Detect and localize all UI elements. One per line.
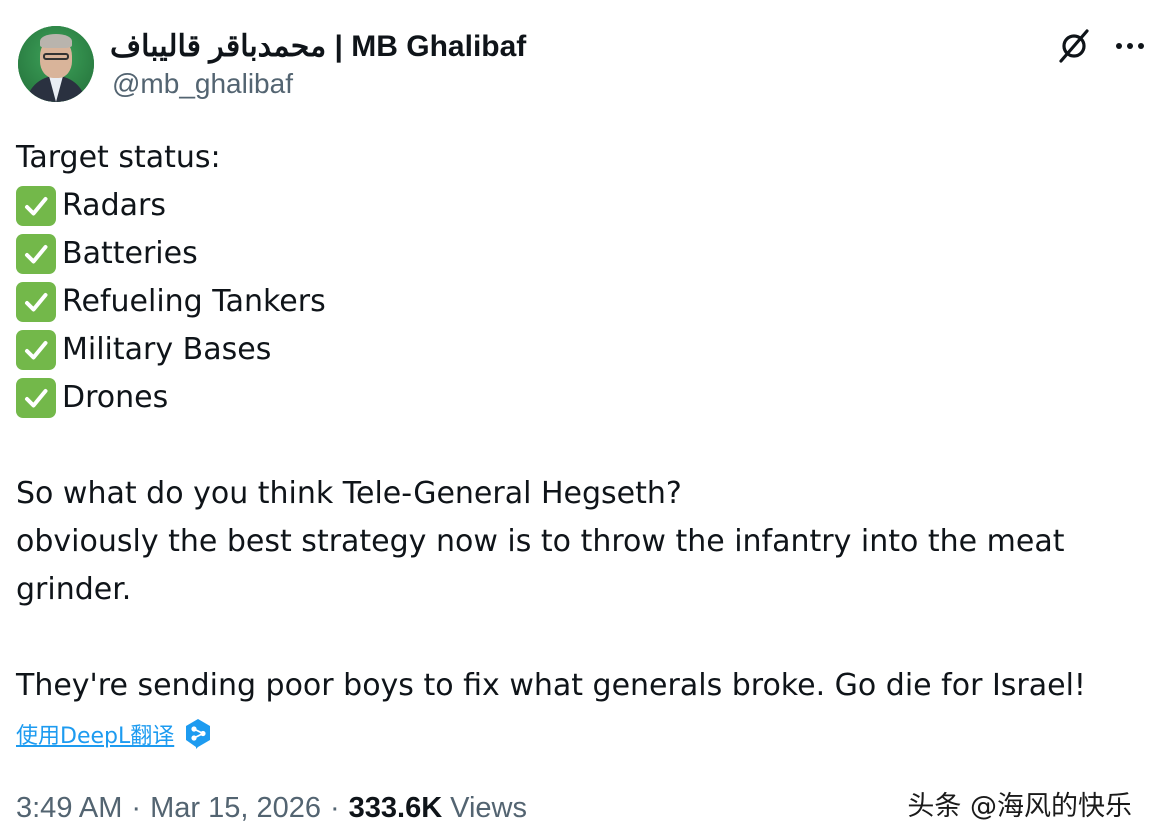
check-mark-icon — [16, 330, 56, 370]
check-mark-icon — [16, 186, 56, 226]
translate-link[interactable]: 使用DeepL翻译 — [16, 718, 174, 750]
checklist-item-label: Drones — [62, 380, 169, 415]
avatar-hair — [40, 34, 72, 48]
author-display-name[interactable]: محمدباقر قالیباف | MB Ghalibaf — [110, 29, 526, 64]
views-label: Views — [450, 792, 527, 824]
views-count: 333.6K — [348, 792, 443, 824]
checklist-item: Batteries — [16, 230, 1136, 278]
author-handle[interactable]: @mb_ghalibaf — [112, 68, 293, 100]
tweet-time[interactable]: 3:49 AM — [16, 792, 122, 825]
paragraph2: They're sending poor boys to fix what ge… — [16, 668, 1086, 703]
checklist-item: Drones — [16, 374, 1136, 422]
check-mark-icon — [16, 282, 56, 322]
checklist-item: Military Bases — [16, 326, 1136, 374]
meta-separator: · — [131, 792, 142, 824]
checklist-item-label: Radars — [62, 188, 166, 223]
checklist-item-label: Batteries — [62, 236, 198, 271]
paragraph1-line2: obviously the best strategy now is to th… — [16, 524, 1065, 607]
grok-button[interactable] — [1054, 26, 1094, 66]
deepl-icon[interactable] — [184, 718, 212, 750]
grok-icon — [1059, 29, 1089, 63]
checklist-item: Refueling Tankers — [16, 278, 1136, 326]
checklist-item-label: Refueling Tankers — [62, 284, 326, 319]
checklist-item: Radars — [16, 182, 1136, 230]
checklist-item-label: Military Bases — [62, 332, 272, 367]
author-name-row[interactable]: محمدباقر قالیباف | MB Ghalibaf — [110, 28, 526, 64]
watermark: 头条 @海风的快乐 — [907, 791, 1132, 822]
tweet-body: Target status: Radars Batteries Refuelin… — [16, 134, 1136, 710]
paragraph1-line1: So what do you think Tele-General Hegset… — [16, 476, 682, 511]
check-mark-icon — [16, 234, 56, 274]
author-avatar[interactable] — [18, 26, 94, 102]
tweet-date[interactable]: Mar 15, 2026 — [150, 792, 321, 825]
avatar-glasses — [43, 53, 69, 60]
tweet-meta: 3:49 AM · Mar 15, 2026 · 333.6K Views — [16, 792, 527, 825]
tweet-intro: Target status: — [16, 140, 221, 175]
check-mark-icon — [16, 378, 56, 418]
more-options-icon — [1116, 43, 1144, 49]
more-options-button[interactable] — [1110, 26, 1150, 66]
meta-separator: · — [329, 792, 340, 824]
translate-row: 使用DeepL翻译 — [16, 718, 212, 750]
